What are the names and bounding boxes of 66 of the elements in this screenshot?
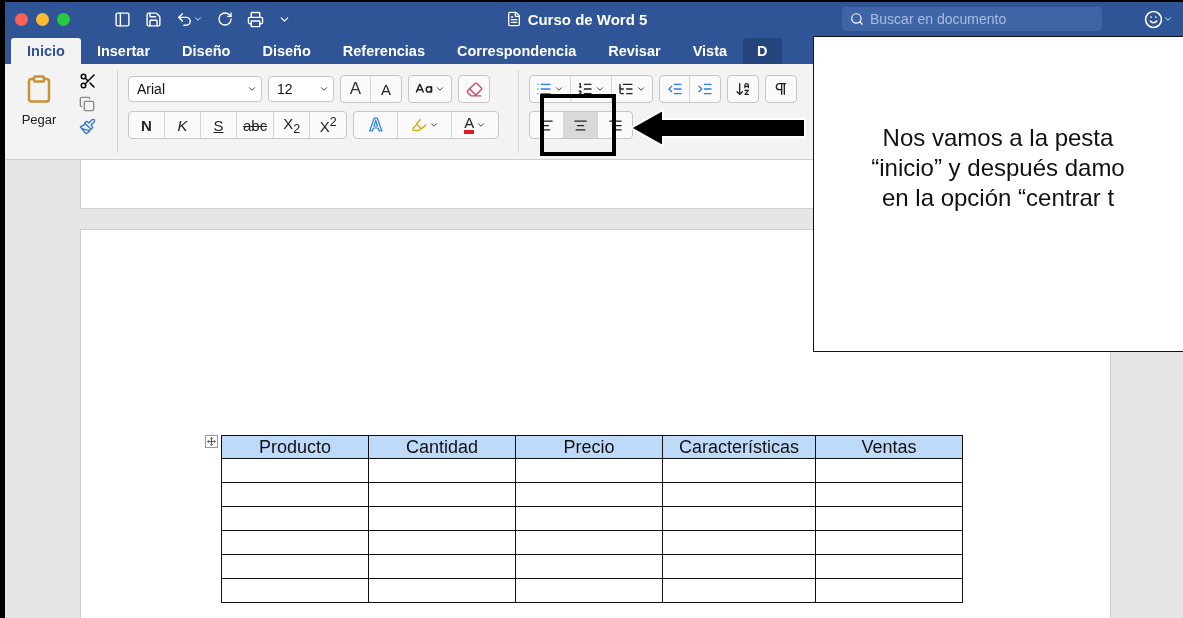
font-name-field[interactable]: Arial bbox=[128, 76, 262, 102]
format-button[interactable]: X$^{2}$ bbox=[310, 112, 347, 138]
ribbon-tab[interactable]: Vista bbox=[676, 38, 744, 64]
undo-icon[interactable] bbox=[176, 10, 203, 28]
cut-icon[interactable] bbox=[79, 72, 97, 90]
numbered-list-icon bbox=[577, 81, 593, 97]
text-effects-button[interactable]: A bbox=[354, 112, 399, 138]
column-header: Características bbox=[662, 435, 816, 459]
increase-indent-icon bbox=[697, 81, 713, 97]
shrink-font-button[interactable]: A bbox=[371, 76, 401, 102]
column-header: Precio bbox=[515, 435, 663, 459]
format-button[interactable]: N bbox=[129, 112, 165, 138]
caret-icon bbox=[636, 84, 646, 94]
ribbon-tab[interactable]: Diseño bbox=[246, 38, 327, 64]
bullet-list-icon bbox=[536, 81, 552, 97]
callout-text: Nos vamos a la pesta bbox=[882, 123, 1114, 153]
sort-icon bbox=[735, 81, 751, 97]
column-header: Cantidad bbox=[368, 435, 516, 459]
callout-text: en la opción “centrar t bbox=[881, 183, 1115, 213]
callout-text: “inicio” y después damo bbox=[871, 153, 1125, 183]
ribbon-tab[interactable]: Referencias bbox=[326, 38, 441, 64]
format-button[interactable]: K bbox=[165, 112, 201, 138]
caret-icon bbox=[595, 84, 605, 94]
paste-button[interactable]: Pegar bbox=[13, 70, 65, 153]
search-icon bbox=[850, 12, 864, 26]
caret-icon bbox=[435, 84, 445, 94]
document-icon bbox=[505, 11, 522, 27]
align-right-icon bbox=[607, 117, 623, 133]
ribbon-tab[interactable]: Insertar bbox=[80, 38, 167, 64]
pilcrow-icon bbox=[773, 81, 789, 97]
align-center-icon bbox=[573, 117, 588, 133]
format-button[interactable]: X$_{2}$ bbox=[274, 112, 311, 138]
caret-icon bbox=[554, 84, 564, 94]
table-move-handle[interactable] bbox=[205, 435, 218, 448]
sidebar-icon[interactable] bbox=[114, 10, 131, 28]
ribbon-tab[interactable]: Diseño bbox=[166, 38, 247, 64]
redo-icon[interactable] bbox=[217, 11, 233, 27]
save-icon[interactable] bbox=[145, 10, 162, 28]
font-size-field[interactable]: 12 bbox=[268, 76, 334, 102]
multilevel-list-icon bbox=[618, 81, 634, 97]
ribbon-tab[interactable]: Inicio bbox=[11, 38, 81, 64]
format-painter-icon[interactable] bbox=[79, 118, 96, 135]
format-button[interactable]: abc bbox=[237, 112, 275, 138]
caret-icon bbox=[247, 84, 257, 94]
caret-icon bbox=[319, 84, 329, 94]
ribbon-tab[interactable]: D bbox=[743, 38, 782, 64]
ribbon-tab[interactable]: Revisar bbox=[592, 38, 677, 64]
font-color-button[interactable]: A bbox=[452, 112, 499, 138]
highlighter-icon bbox=[410, 117, 427, 133]
caret-icon bbox=[428, 120, 439, 130]
eraser-icon bbox=[465, 80, 483, 98]
copy-icon[interactable] bbox=[79, 96, 95, 112]
format-button[interactable]: S bbox=[201, 112, 237, 138]
ribbon-tab[interactable]: Correspondencia bbox=[441, 38, 593, 64]
zoom-button[interactable] bbox=[57, 12, 70, 26]
minimize-button[interactable] bbox=[36, 12, 49, 26]
grow-font-button[interactable]: A bbox=[341, 76, 371, 102]
caret-icon bbox=[476, 120, 487, 130]
column-header: Producto bbox=[221, 435, 369, 459]
search-box[interactable]: Buscar en documento bbox=[842, 7, 1102, 31]
search-field[interactable]: Buscar en documento bbox=[868, 10, 1072, 28]
print-icon[interactable] bbox=[247, 10, 264, 28]
decrease-indent-icon bbox=[666, 81, 683, 97]
column-header: Ventas bbox=[815, 435, 963, 459]
smiley-icon[interactable] bbox=[1144, 9, 1173, 29]
window-title: Curso de Word 5 bbox=[527, 10, 648, 28]
